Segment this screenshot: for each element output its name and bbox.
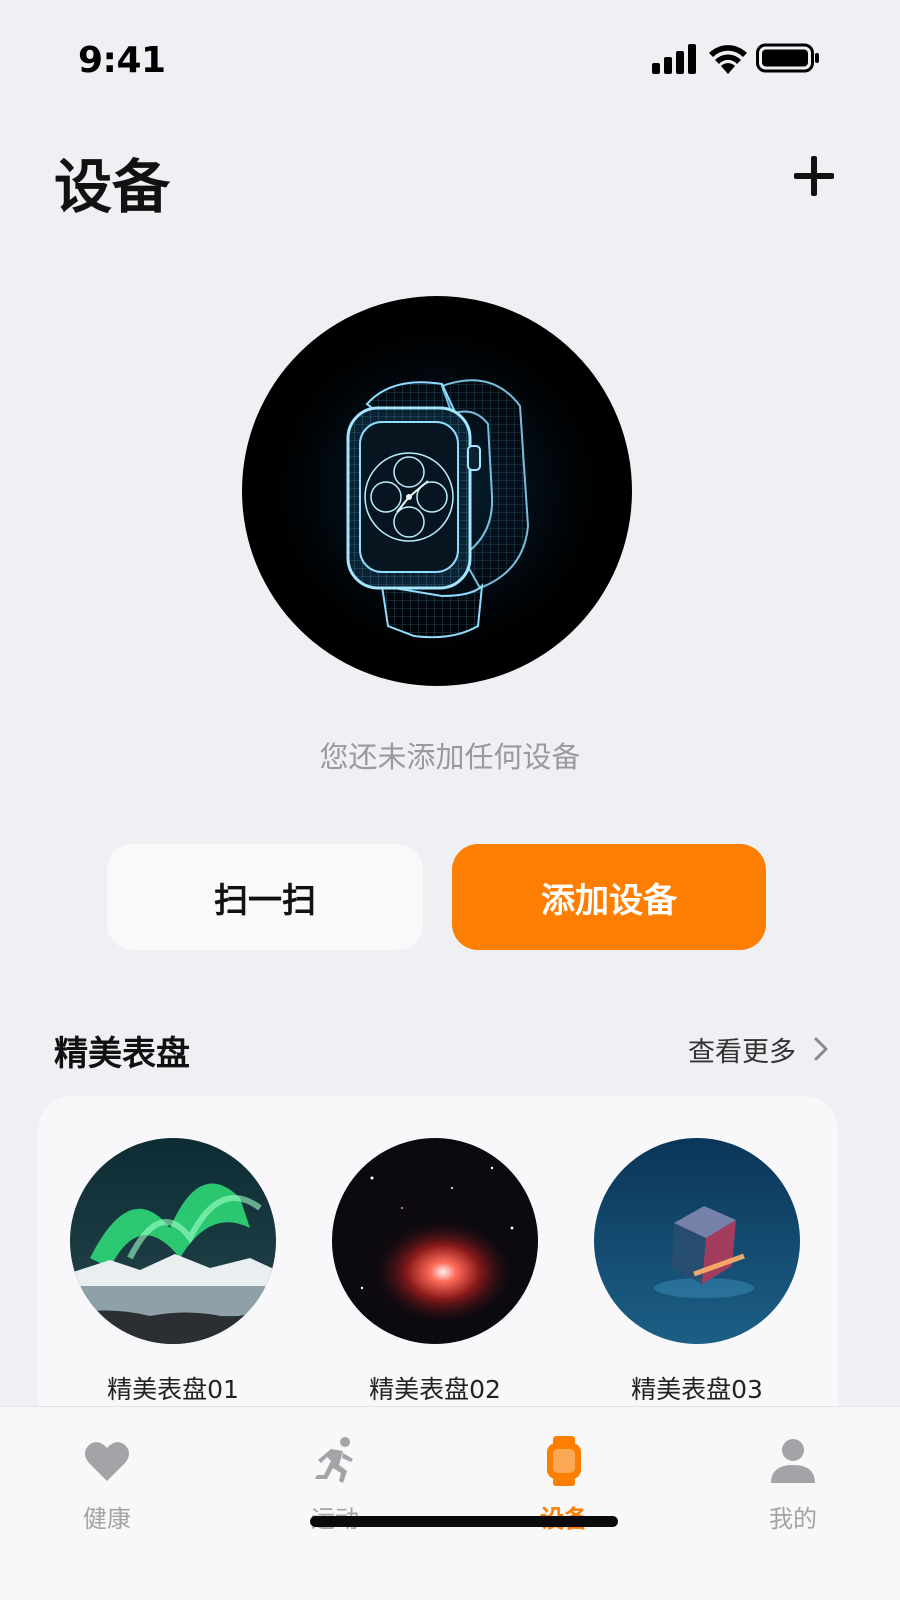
chevron-right-icon xyxy=(814,1037,828,1061)
red-nebula-image xyxy=(332,1138,538,1344)
page-title: 设备 xyxy=(54,153,171,221)
tab-health[interactable]: 健康 xyxy=(47,1435,167,1545)
empty-state-message: 您还未添加任何设备 xyxy=(319,740,581,774)
hero-watch-image xyxy=(242,296,632,686)
aurora-landscape-image xyxy=(70,1138,276,1344)
watch-icon xyxy=(547,1436,581,1486)
add-device-button[interactable]: 添加设备 xyxy=(452,844,766,950)
watch-face-item[interactable]: 精美表盘03 xyxy=(592,1138,802,1406)
glowing-cube-image xyxy=(594,1138,800,1344)
person-icon xyxy=(771,1439,815,1483)
home-indicator xyxy=(310,1516,618,1527)
watch-face-item[interactable]: 精美表盘01 xyxy=(68,1138,278,1406)
signal-icon xyxy=(652,44,696,74)
see-more-label: 查看更多 xyxy=(688,1036,796,1068)
scan-button[interactable]: 扫一扫 xyxy=(107,844,423,950)
tab-sports[interactable]: 运动 xyxy=(275,1435,395,1545)
tab-profile[interactable]: 我的 xyxy=(733,1435,853,1545)
running-icon xyxy=(315,1437,353,1483)
watch-faces-card: 精美表盘01 精美表盘02 精美表盘03 xyxy=(38,1096,838,1416)
watch-face-label: 精美表盘02 xyxy=(369,1375,501,1404)
heart-icon xyxy=(85,1442,129,1481)
watch-face-label: 精美表盘03 xyxy=(631,1375,763,1404)
tab-label: 我的 xyxy=(769,1505,817,1533)
see-more-link[interactable]: 查看更多 xyxy=(688,1030,830,1068)
tab-bar: 健康 运动 设备 我的 xyxy=(0,1406,900,1600)
section-title: 精美表盘 xyxy=(54,1034,190,1074)
status-icons xyxy=(652,42,832,76)
tab-devices[interactable]: 设备 xyxy=(504,1435,624,1545)
watch-face-item[interactable]: 精美表盘02 xyxy=(330,1138,540,1406)
plus-icon[interactable] xyxy=(790,152,838,200)
wifi-icon xyxy=(709,45,747,74)
tab-label: 健康 xyxy=(83,1505,131,1533)
status-bar: 9:41 xyxy=(0,0,900,110)
battery-icon xyxy=(756,43,819,73)
status-time: 9:41 xyxy=(78,40,166,81)
watch-face-label: 精美表盘01 xyxy=(107,1375,239,1404)
